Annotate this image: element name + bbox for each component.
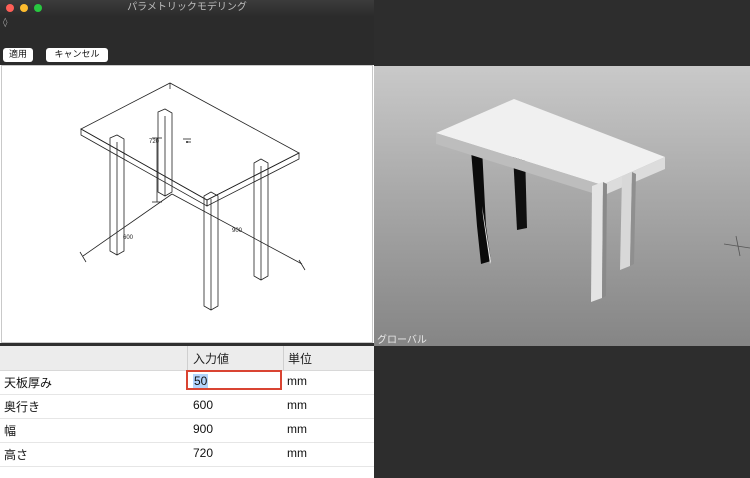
apply-button[interactable]: 適用: [3, 48, 33, 62]
param-unit: mm: [287, 398, 307, 412]
pin-icon[interactable]: ◊: [3, 18, 7, 28]
top-thickness-input[interactable]: 50: [186, 370, 282, 390]
table-row[interactable]: 天板厚み 50 mm: [0, 370, 374, 395]
param-name: 幅: [4, 424, 17, 438]
input-value-selected[interactable]: 50: [193, 374, 209, 388]
param-name: 天板厚み: [4, 376, 53, 390]
table-header: 入力値 単位: [0, 346, 374, 371]
column-divider[interactable]: [187, 346, 188, 370]
3d-viewport[interactable]: グローバル: [374, 66, 750, 346]
parametric-modeling-window: パラメトリックモデリング ◊ 適用 キャンセル 720 600 900 入力値 …: [0, 0, 374, 478]
param-name: 奥行き: [4, 400, 41, 414]
header-unit: 単位: [288, 352, 313, 366]
param-unit: mm: [287, 446, 307, 460]
param-unit: mm: [287, 374, 307, 388]
window-title: パラメトリックモデリング: [127, 2, 247, 13]
dimension-depth-label: 600: [123, 235, 134, 241]
3d-table-model: [436, 99, 750, 302]
cancel-button[interactable]: キャンセル: [46, 48, 108, 62]
param-name: 高さ: [4, 448, 29, 462]
param-value[interactable]: 720: [193, 446, 213, 460]
toolbar: ◊ 適用 キャンセル: [0, 16, 374, 65]
viewport-top-area: [374, 0, 750, 66]
table-row[interactable]: 高さ 720 mm: [0, 443, 374, 467]
param-unit: mm: [287, 422, 307, 436]
table-row[interactable]: 幅 900 mm: [0, 419, 374, 443]
param-value[interactable]: 600: [193, 398, 213, 412]
param-value[interactable]: 900: [193, 422, 213, 436]
wireframe-drawing: 720 600 900: [1, 65, 373, 343]
title-bar: パラメトリックモデリング: [0, 0, 374, 16]
table-wireframe-svg: 720 600 900: [79, 82, 306, 311]
dimension-height-label: 720: [149, 139, 160, 145]
parameter-table: 入力値 単位 天板厚み 50 mm 奥行き 600 mm 幅 900 mm 高さ…: [0, 346, 374, 478]
dimension-width-label: 900: [232, 228, 243, 234]
header-input-value: 入力値: [193, 352, 230, 366]
viewport-mode-label: グローバル: [377, 335, 427, 346]
column-divider[interactable]: [283, 346, 284, 370]
viewport-bottom-area: [374, 346, 750, 478]
table-row[interactable]: 奥行き 600 mm: [0, 395, 374, 419]
